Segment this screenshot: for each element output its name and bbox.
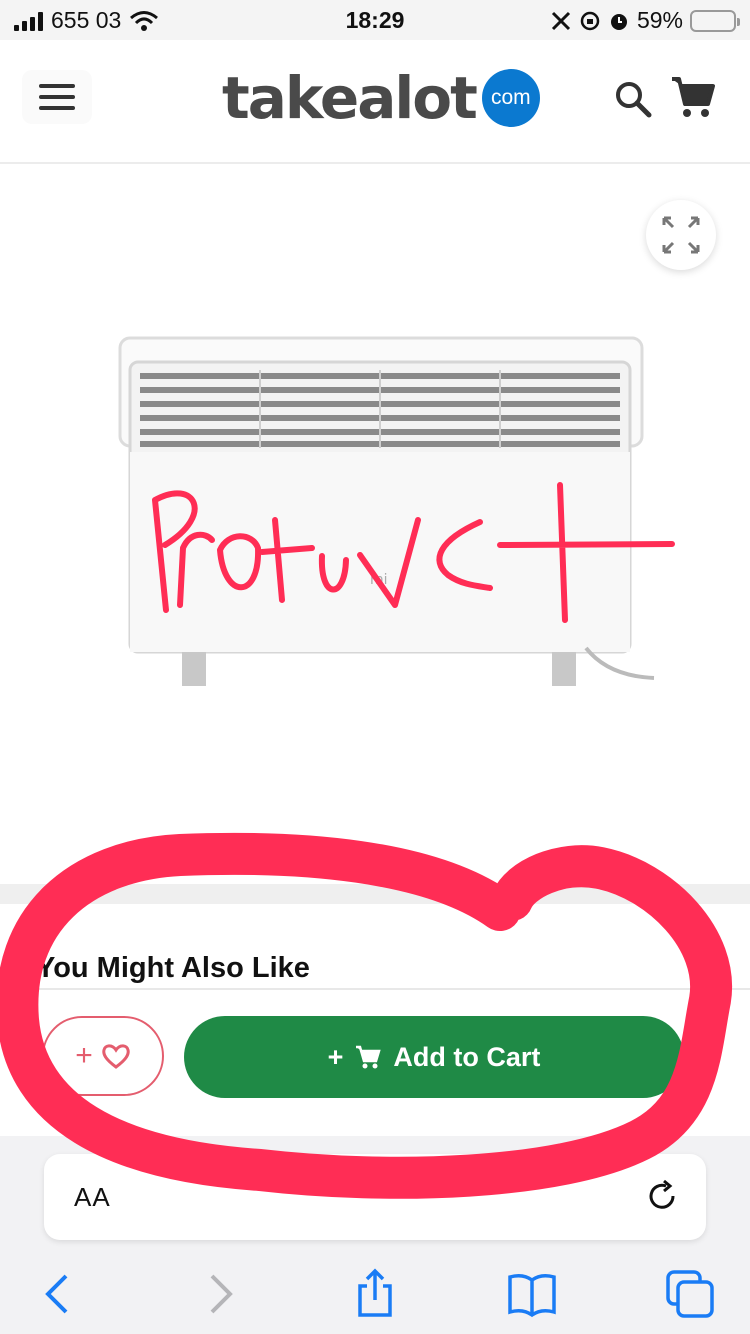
svg-text:mi: mi (370, 572, 388, 588)
alarm-icon (610, 13, 627, 30)
heart-icon (102, 1044, 130, 1069)
add-to-cart-label: Add to Cart (393, 1041, 541, 1072)
rotation-lock-icon (580, 11, 600, 30)
address-bar[interactable]: AA (44, 1154, 706, 1240)
takealot-logo[interactable]: takealot com (222, 64, 540, 132)
battery-icon (690, 9, 740, 32)
safari-toolbar: AA (0, 1136, 750, 1334)
logo-text: takealot (222, 64, 478, 132)
add-to-cart-button[interactable]: + Add to Cart (184, 1016, 684, 1098)
section-divider (0, 884, 750, 904)
section-title: You Might Also Like (36, 952, 310, 984)
product-gallery: mi (0, 166, 750, 884)
hamburger-menu-icon[interactable] (22, 70, 92, 124)
forward-icon[interactable] (194, 1268, 246, 1320)
back-icon[interactable] (32, 1268, 84, 1320)
cart-small-icon (356, 1045, 382, 1069)
page: 655 03 18:29 59% takealot com mi You Mig… (0, 0, 750, 1334)
share-icon[interactable] (349, 1268, 401, 1320)
reload-icon[interactable] (642, 1176, 682, 1216)
shopping-cart-icon[interactable] (670, 74, 716, 120)
browser-nav-row (0, 1262, 750, 1322)
battery-percent: 59% (636, 7, 683, 33)
logo-badge: com (481, 69, 540, 127)
tabs-icon[interactable] (664, 1268, 716, 1320)
expand-icon[interactable] (646, 200, 716, 270)
heater-product-image[interactable]: mi (108, 326, 668, 706)
cart-plus: + (327, 1041, 344, 1072)
tools-icon (551, 11, 571, 30)
bookmarks-icon[interactable] (506, 1268, 558, 1320)
wishlist-plus: + (75, 1039, 93, 1072)
add-to-wishlist-button[interactable]: + (42, 1016, 164, 1096)
search-icon[interactable] (612, 78, 654, 120)
reader-options-button[interactable]: AA (74, 1182, 111, 1213)
product-action-bar: + + Add to Cart (0, 988, 750, 1136)
status-bar: 655 03 18:29 59% (0, 0, 750, 40)
app-header: takealot com (0, 40, 750, 164)
